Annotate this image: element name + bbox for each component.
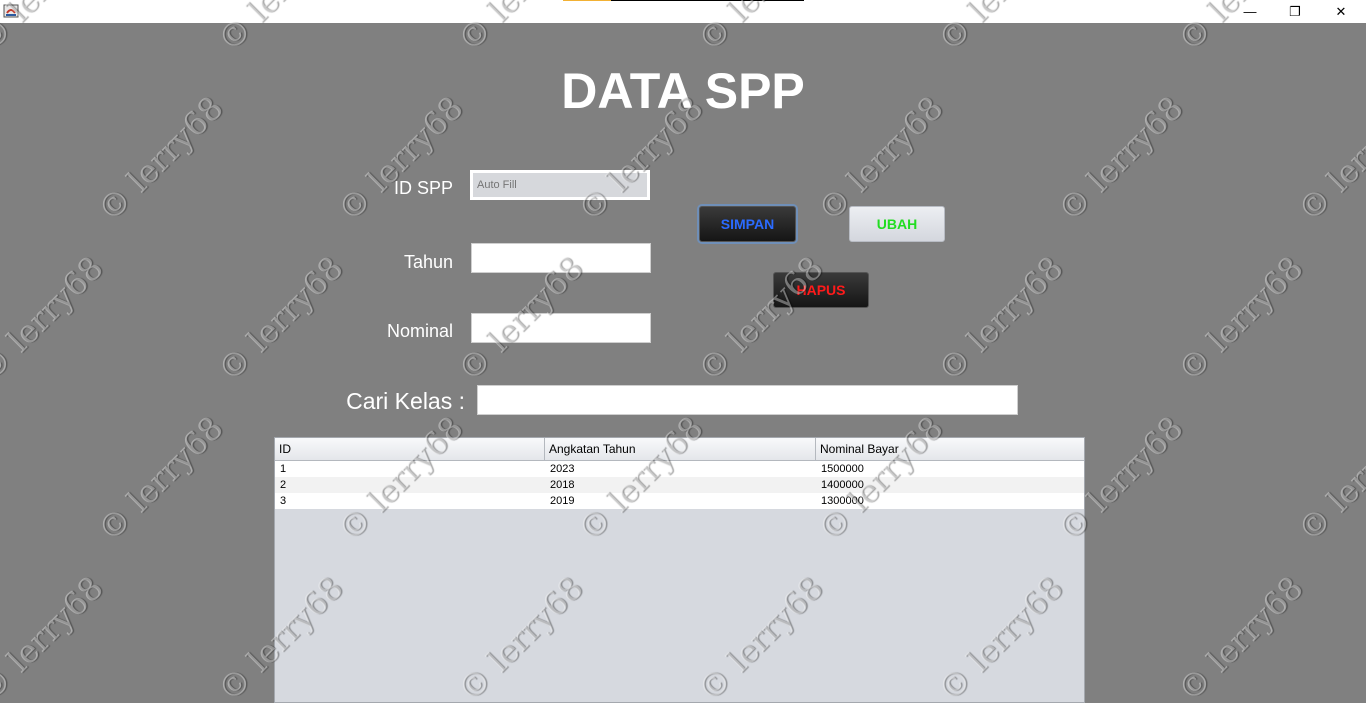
simpan-button[interactable]: SIMPAN: [699, 206, 796, 242]
search-label: Cari Kelas :: [346, 388, 465, 414]
nominal-field[interactable]: [471, 313, 651, 343]
nominal-label: Nominal: [386, 321, 453, 341]
tahun-label: Tahun: [403, 252, 453, 272]
table-row[interactable]: 1 2023 1500000: [275, 461, 1084, 477]
java-app-icon: [3, 3, 19, 19]
ubah-button-label: UBAH: [876, 216, 918, 232]
close-button[interactable]: ✕: [1318, 0, 1364, 23]
maximize-button[interactable]: ❐: [1272, 0, 1318, 23]
hapus-button-label: HAPUS: [796, 282, 846, 298]
column-header-id[interactable]: ID: [275, 438, 545, 460]
column-header-nominal-bayar[interactable]: Nominal Bayar: [816, 438, 1084, 460]
hapus-button[interactable]: HAPUS: [773, 272, 869, 308]
column-header-angkatan-tahun[interactable]: Angkatan Tahun: [545, 438, 816, 460]
table-row[interactable]: 2 2018 1400000: [275, 477, 1084, 493]
minimize-button[interactable]: —: [1227, 0, 1273, 23]
id-spp-label: ID SPP: [393, 178, 453, 198]
simpan-button-label: SIMPAN: [720, 216, 775, 232]
watermark-text: © lerry68: [0, 248, 111, 390]
spp-table[interactable]: ID Angkatan Tahun Nominal Bayar 1 2023 1…: [274, 437, 1085, 703]
cell-nominal-bayar: 1500000: [821, 463, 864, 475]
cell-id: 2: [280, 479, 287, 491]
cell-id: 3: [280, 495, 287, 507]
watermark-text: © lerry68: [1170, 568, 1311, 703]
cell-nominal-bayar: 1300000: [821, 495, 864, 507]
table-row[interactable]: 3 2019 1300000: [275, 493, 1084, 509]
watermark-text: © lerry68: [90, 408, 231, 550]
titlebar-accent-strip: [563, 0, 611, 1]
tahun-field[interactable]: [471, 243, 651, 273]
watermark-text: © lerry68: [1170, 248, 1311, 390]
watermark-text: © lerry68: [210, 248, 351, 390]
watermark-text: © lerry68: [690, 248, 831, 390]
cell-nominal-bayar: 1400000: [821, 479, 864, 491]
watermark-text: © lerry68: [930, 248, 1071, 390]
cell-angkatan-tahun: 2019: [550, 495, 575, 507]
titlebar-dark-strip: [611, 0, 804, 1]
watermark-text: © lerry68: [1290, 408, 1366, 550]
cell-angkatan-tahun: 2023: [550, 463, 575, 475]
page-title: DATA SPP: [561, 63, 805, 119]
ubah-button[interactable]: UBAH: [849, 206, 945, 242]
search-input[interactable]: [477, 385, 1018, 415]
cell-id: 1: [280, 463, 287, 475]
table-header: ID Angkatan Tahun Nominal Bayar: [275, 438, 1084, 461]
watermark-text: © lerry68: [0, 568, 111, 703]
window-titlebar: — ❐ ✕: [0, 0, 1366, 23]
table-body: 1 2023 1500000 2 2018 1400000 3 2019 130…: [275, 461, 1084, 509]
id-spp-field: [470, 170, 650, 200]
cell-angkatan-tahun: 2018: [550, 479, 575, 491]
